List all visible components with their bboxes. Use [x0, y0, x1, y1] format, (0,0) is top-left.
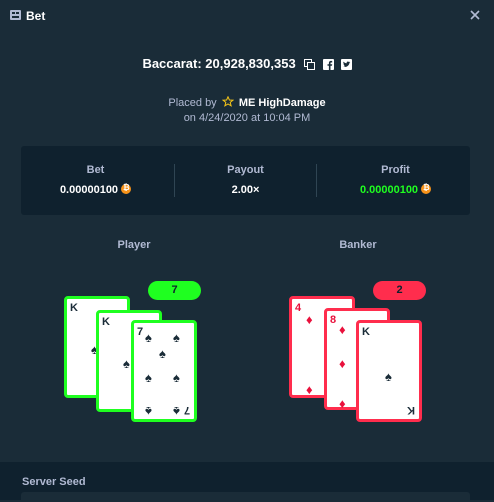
modal-header: Bet [0, 0, 494, 34]
profit-amount: 0.00000100 [321, 183, 470, 196]
spade-icon: ♠ [173, 370, 180, 385]
spade-icon: ♠ [123, 356, 130, 371]
card-rank: 8 [330, 314, 337, 326]
bitcoin-icon [121, 183, 132, 194]
server-seed-input[interactable] [21, 492, 470, 502]
bet-title: Baccarat: 20,928,830,353 [142, 56, 296, 71]
player-card-3: 7 ♠ ♠ ♠ ♠ ♠ ♠ ♠ 7 [131, 320, 197, 422]
profit-stat: Profit 0.00000100 [321, 146, 470, 215]
close-icon[interactable] [468, 8, 482, 22]
payout-label: Payout [227, 164, 264, 176]
bet-stat: Bet 0.00000100 [21, 146, 170, 215]
profit-value: 0.00000100 [359, 184, 419, 196]
diamond-icon: ♦ [306, 312, 313, 327]
server-seed-label: Server Seed [22, 476, 86, 488]
divider [316, 164, 317, 197]
card-rank: K [362, 326, 370, 338]
diamond-icon: ♦ [339, 322, 346, 337]
card-rank: 4 [295, 302, 302, 314]
banker-score-badge: 2 [373, 281, 426, 300]
card-rank: K [102, 316, 110, 328]
banker-label: Banker [339, 239, 377, 251]
spade-icon: ♠ [385, 369, 392, 384]
bet-value: 0.00000100 [59, 184, 119, 196]
card-rank: 7 [183, 404, 190, 416]
bet-label: Bet [86, 164, 105, 176]
player-label: Player [117, 239, 151, 251]
banker-card-3: K ♠ K [356, 320, 422, 422]
bet-title-row: Baccarat: 20,928,830,353 [0, 56, 494, 71]
diamond-icon: ♦ [306, 382, 313, 397]
bitcoin-icon [421, 183, 432, 194]
diamond-icon: ♦ [339, 396, 346, 411]
diamond-icon: ♦ [339, 356, 346, 371]
username-link[interactable]: ME HighDamage [239, 97, 326, 109]
modal-title: Bet [26, 9, 46, 23]
spade-icon: ♠ [145, 370, 152, 385]
bet-stats-panel: Bet 0.00000100 Payout 2.00× Profit 0.000… [21, 146, 470, 215]
spade-icon: ♠ [173, 404, 180, 419]
bet-timestamp: on 4/24/2020 at 10:04 PM [183, 112, 311, 124]
spade-icon: ♠ [159, 346, 166, 361]
payout-value: 2.00× [231, 184, 260, 196]
spade-icon: ♠ [173, 330, 180, 345]
star-icon [221, 95, 234, 107]
payout-stat: Payout 2.00× [171, 146, 320, 215]
card-rank: K [407, 404, 415, 416]
spade-icon: ♠ [145, 330, 152, 345]
card-rank: 7 [137, 326, 144, 338]
profit-label: Profit [381, 164, 410, 176]
player-score-badge: 7 [148, 281, 201, 300]
bet-amount: 0.00000100 [21, 183, 170, 196]
placed-by-prefix: Placed by [168, 97, 217, 109]
placed-by-info: Placed by ME HighDamage on 4/24/2020 at … [0, 95, 494, 126]
card-rank: K [70, 302, 78, 314]
facebook-icon[interactable] [322, 59, 334, 70]
bet-slip-icon [10, 10, 21, 20]
twitter-icon[interactable] [340, 59, 352, 70]
copy-icon[interactable] [304, 59, 316, 70]
spade-icon: ♠ [145, 404, 152, 419]
